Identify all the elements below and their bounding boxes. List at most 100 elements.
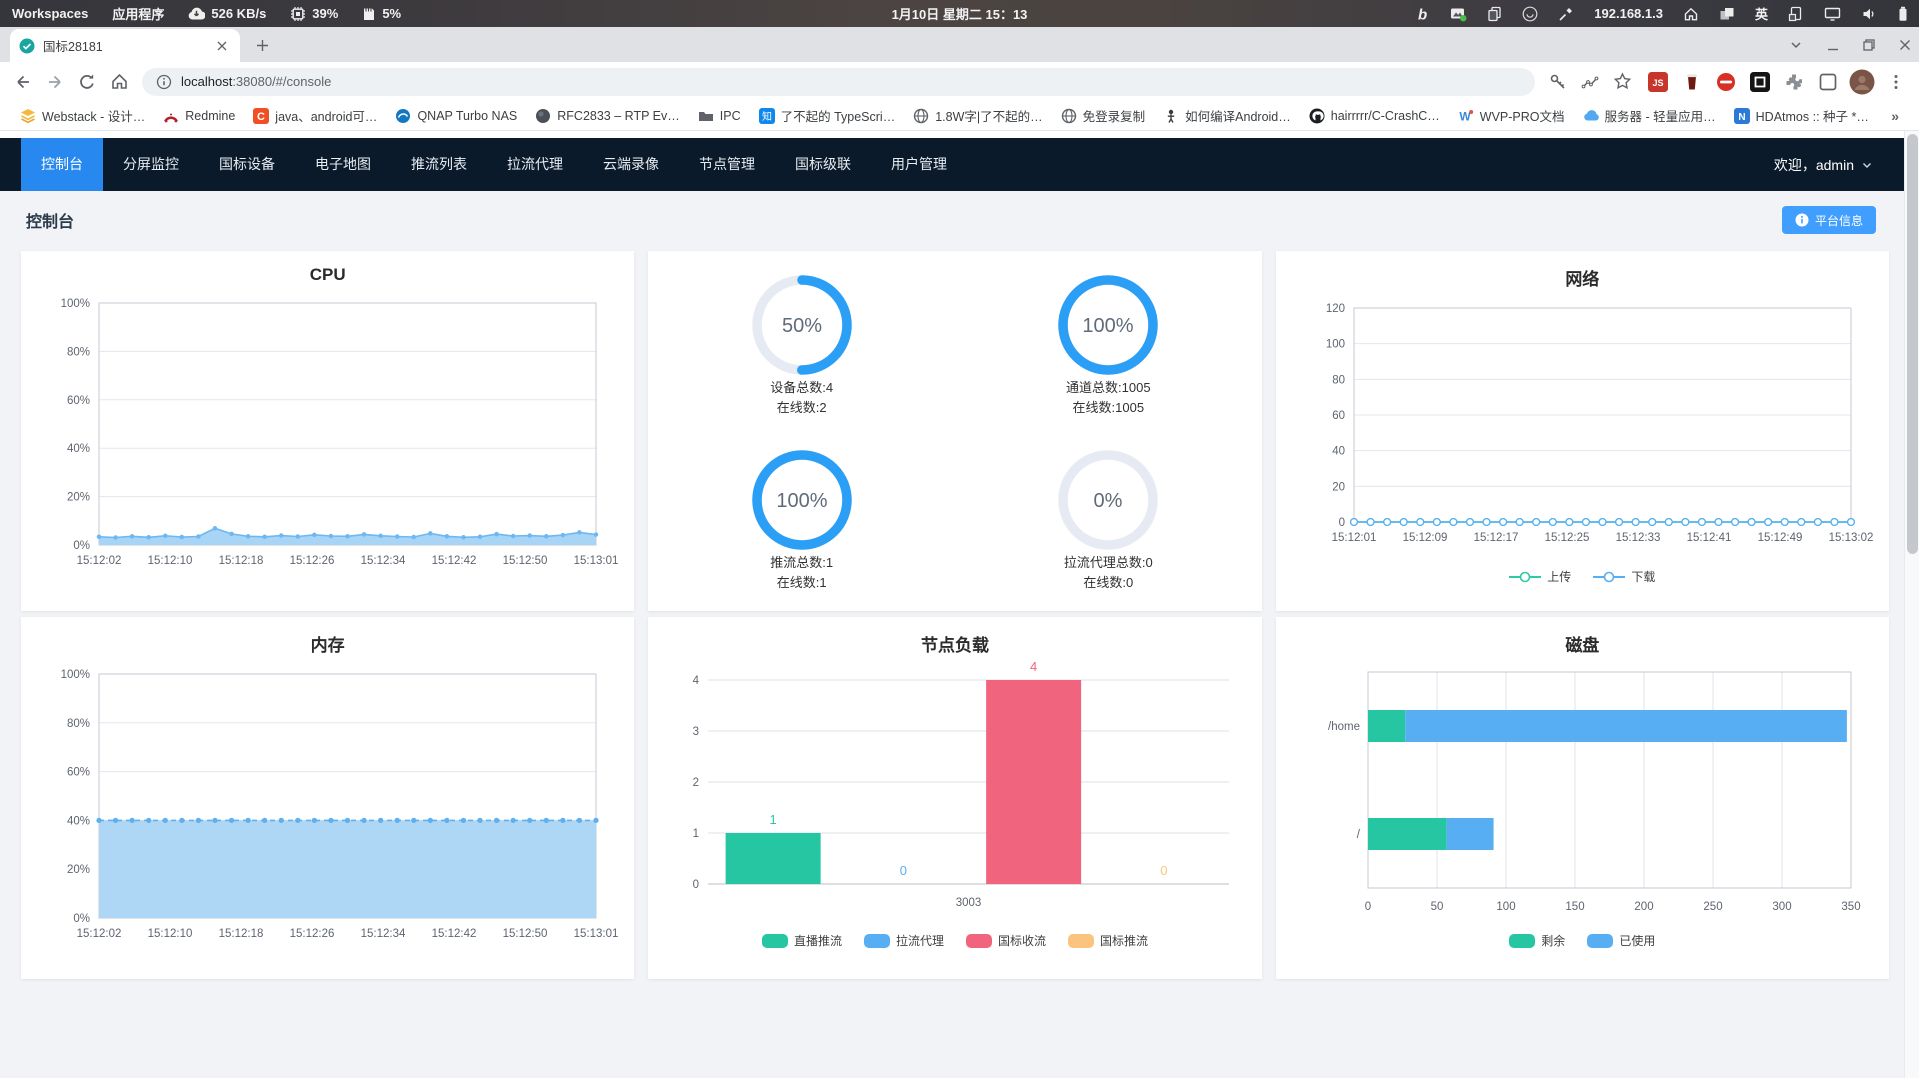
nav-item-2[interactable]: 分屏监控 bbox=[103, 138, 199, 191]
disk-chart-title: 磁盘 bbox=[1565, 636, 1600, 655]
scrollbar-thumb[interactable] bbox=[1907, 134, 1918, 554]
tab-close-icon[interactable] bbox=[213, 37, 231, 55]
bookmark-item[interactable]: N HDAtmos :: 种子 *… bbox=[1726, 103, 1877, 128]
user-menu[interactable]: 欢迎，admin bbox=[1774, 155, 1919, 175]
bookmark-item[interactable]: W WVP-PRO文档 bbox=[1450, 103, 1573, 128]
chevron-down-icon[interactable] bbox=[1789, 38, 1803, 52]
bookmark-star-icon[interactable] bbox=[1607, 67, 1637, 97]
bookmark-label: Webstack - 设计… bbox=[42, 110, 146, 124]
nav-item-8[interactable]: 节点管理 bbox=[679, 138, 775, 191]
beverage-tray-button[interactable] bbox=[1512, 0, 1548, 27]
nav-item-4[interactable]: 电子地图 bbox=[295, 138, 391, 191]
profile-avatar[interactable] bbox=[1847, 67, 1877, 97]
copy-icon bbox=[1487, 6, 1502, 22]
cpu-indicator[interactable]: 39% bbox=[278, 0, 350, 27]
nav-item-5[interactable]: 推流列表 bbox=[391, 138, 487, 191]
nav-item-1[interactable]: 控制台 bbox=[21, 138, 103, 191]
close-icon[interactable] bbox=[1899, 39, 1911, 51]
bookmark-item[interactable]: RFC2833 – RTP Ev… bbox=[527, 105, 688, 127]
legend-item[interactable]: 已使用 bbox=[1587, 932, 1655, 949]
nav-item-6[interactable]: 拉流代理 bbox=[487, 138, 583, 191]
nav-item-10[interactable]: 用户管理 bbox=[871, 138, 967, 191]
svg-text:15:13:01: 15:13:01 bbox=[574, 928, 619, 940]
battery-tray-button[interactable] bbox=[1887, 0, 1919, 27]
legend-item[interactable]: 直播推流 bbox=[761, 932, 842, 949]
bookmark-item[interactable]: 如何编译Android… bbox=[1155, 103, 1299, 128]
address-bar[interactable]: localhost:38080/#/console bbox=[142, 67, 1535, 96]
net-speed-indicator[interactable]: 526 KB/s bbox=[176, 0, 278, 27]
svg-text:20: 20 bbox=[1332, 481, 1345, 493]
bookmark-item[interactable]: hairrrrr/C-CrashC… bbox=[1301, 105, 1448, 127]
home-tray-button[interactable] bbox=[1673, 0, 1709, 27]
share-graph-icon[interactable] bbox=[1575, 67, 1605, 97]
legend-item[interactable]: 上传 bbox=[1509, 568, 1571, 585]
c-square-favicon-icon: C bbox=[253, 107, 270, 124]
devices-tray-button[interactable] bbox=[1778, 0, 1814, 27]
extension-js-icon[interactable]: JS bbox=[1643, 67, 1673, 97]
svg-text:15:12:17: 15:12:17 bbox=[1473, 532, 1518, 544]
forward-button[interactable] bbox=[40, 67, 70, 97]
legend-item[interactable]: 下载 bbox=[1593, 568, 1655, 585]
svg-text:300: 300 bbox=[1772, 901, 1791, 913]
extension-adblock-icon[interactable] bbox=[1711, 67, 1741, 97]
legend-item[interactable]: 国标推流 bbox=[1068, 932, 1148, 949]
bookmark-item[interactable]: 1.8W字|了不起的… bbox=[905, 103, 1050, 128]
bookmark-item[interactable]: QNAP Turbo NAS bbox=[387, 105, 525, 127]
network-legend: 上传 下载 bbox=[1276, 568, 1889, 585]
gauge-ring: 0% bbox=[1058, 449, 1159, 550]
nav-item-3[interactable]: 国标设备 bbox=[199, 138, 295, 191]
window-switcher-button[interactable] bbox=[1709, 0, 1745, 27]
browser-menu-kebab-icon[interactable] bbox=[1881, 67, 1911, 97]
extension-cola-icon[interactable] bbox=[1677, 67, 1707, 97]
bookmark-item[interactable]: Webstack - 设计… bbox=[12, 103, 153, 128]
ip-address: 192.168.1.3 bbox=[1594, 6, 1663, 21]
bookmarks-bar-items: Webstack - 设计… Redmine Cjava、android可… QNAP… bbox=[12, 103, 1877, 128]
clipboard-tray-button[interactable] bbox=[1477, 0, 1512, 27]
legend-item[interactable]: 拉流代理 bbox=[863, 932, 944, 949]
clock-label: 1月10日 星期二 15：13 bbox=[891, 7, 1028, 22]
browser-tab[interactable]: 国标28181 bbox=[10, 29, 240, 62]
bookmark-label: RFC2833 – RTP Ev… bbox=[557, 108, 680, 123]
input-method-button[interactable]: 英 bbox=[1745, 0, 1778, 27]
legend-item[interactable]: 国标收流 bbox=[965, 932, 1046, 949]
bookmark-item[interactable]: IPC bbox=[690, 105, 749, 127]
minimize-icon[interactable] bbox=[1827, 39, 1839, 51]
legend-chip bbox=[965, 933, 992, 948]
legend-item[interactable]: 剩余 bbox=[1509, 932, 1565, 949]
bookmark-item[interactable]: 免登录复制 bbox=[1053, 103, 1154, 128]
bookmark-item[interactable]: Cjava、android可… bbox=[245, 103, 385, 128]
gauge-total-label: 设备总数:4 bbox=[770, 379, 834, 395]
home-button[interactable] bbox=[104, 67, 134, 97]
workspaces-button[interactable]: Workspaces bbox=[0, 0, 100, 27]
screenshot-tray-button[interactable] bbox=[1440, 0, 1477, 27]
svg-text:200: 200 bbox=[1634, 901, 1653, 913]
network-chart-title: 网络 bbox=[1565, 270, 1600, 289]
svg-text:15:12:34: 15:12:34 bbox=[361, 555, 406, 567]
nav-item-9[interactable]: 国标级联 bbox=[775, 138, 871, 191]
extension-puzzle-icon[interactable] bbox=[1779, 67, 1809, 97]
bookmark-item[interactable]: Redmine bbox=[155, 105, 243, 127]
password-key-icon[interactable] bbox=[1543, 67, 1573, 97]
site-info-icon[interactable] bbox=[156, 74, 172, 90]
page-scrollbar[interactable] bbox=[1904, 131, 1919, 1078]
platform-info-button[interactable]: 平台信息 bbox=[1781, 206, 1876, 234]
reload-button[interactable] bbox=[72, 67, 102, 97]
bookmark-item[interactable]: 知了不起的 TypeScri… bbox=[751, 103, 904, 128]
extension-dark-square-icon[interactable] bbox=[1745, 67, 1775, 97]
restore-icon[interactable] bbox=[1863, 38, 1875, 51]
volume-tray-button[interactable] bbox=[1851, 0, 1887, 27]
clock-button[interactable]: 1月10日 星期二 15：13 bbox=[892, 0, 1028, 27]
picker-tray-button[interactable] bbox=[1548, 0, 1584, 27]
bookmark-item[interactable]: 服务器 - 轻量应用… bbox=[1575, 103, 1724, 128]
back-button[interactable] bbox=[8, 67, 38, 97]
new-tab-button[interactable] bbox=[248, 31, 276, 59]
applications-button[interactable]: 应用程序 bbox=[100, 0, 176, 27]
display-tray-button[interactable] bbox=[1814, 0, 1851, 27]
extension-square-icon[interactable] bbox=[1813, 67, 1843, 97]
bing-tray-button[interactable]: b bbox=[1408, 0, 1440, 27]
cpu-card: CPU 0% 20% 40% 60% 80% 100% 15:12:02 15:12:10 15… bbox=[21, 251, 635, 611]
ip-indicator[interactable]: 192.168.1.3 bbox=[1584, 0, 1673, 27]
nav-item-7[interactable]: 云端录像 bbox=[583, 138, 679, 191]
memory-indicator[interactable]: 5% bbox=[350, 0, 413, 27]
bookmarks-overflow-chevron[interactable]: » bbox=[1883, 108, 1907, 124]
